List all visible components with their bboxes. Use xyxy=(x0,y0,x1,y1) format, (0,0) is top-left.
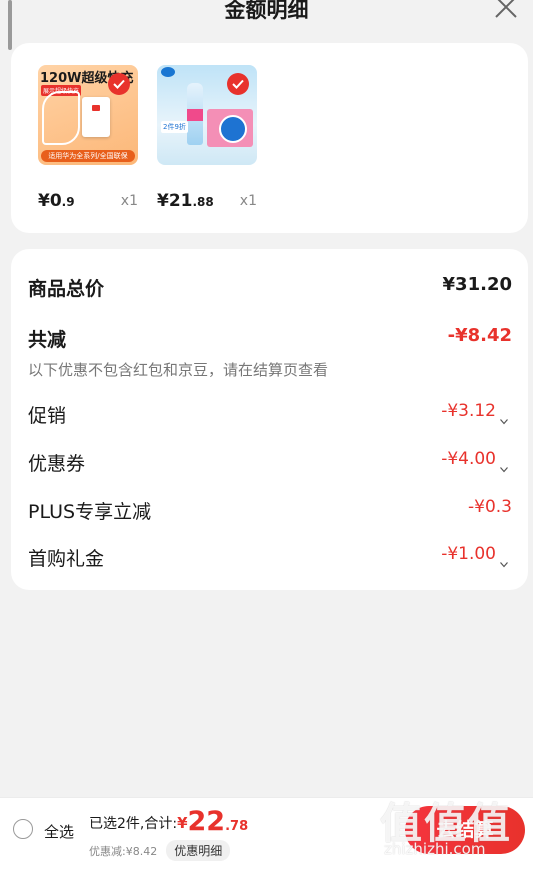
discount-detail-button[interactable]: 优惠明细 xyxy=(166,840,231,861)
promo-label: 促销 xyxy=(28,405,67,427)
water-product-image[interactable]: 2件9折 xyxy=(157,65,257,165)
discount-text: 优惠减:¥8.42 xyxy=(89,845,158,858)
discount-note: 以下优惠不包含红包和京豆，请在结算页查看 xyxy=(28,361,329,379)
total-reduce-label: 共减 xyxy=(28,329,67,351)
total-reduce-value: -¥8.42 xyxy=(447,325,512,346)
plus-reduce-label: PLUS专享立减 xyxy=(28,501,152,523)
image-bottom-text: 适用华为全系列/全国联保 xyxy=(41,150,135,162)
charger-product-image[interactable]: 120W超级快充 展示超级快充 适用华为全系列/全国联保 xyxy=(38,65,138,165)
item-quantity: x1 xyxy=(239,193,257,209)
select-all-label: 全选 xyxy=(44,823,75,841)
price-summary-card: 商品总价 ¥31.20 共减 -¥8.42 以下优惠不包含红包和京豆，请在结算页… xyxy=(11,249,528,590)
checkout-bar: 全选 已选2件,合计:¥22.78 优惠减:¥8.42 优惠明细 去结算 xyxy=(0,797,533,870)
total-decimal: .78 xyxy=(225,819,249,834)
selected-total: 已选2件,合计:¥22.78 xyxy=(89,806,249,837)
chevron-down-icon[interactable] xyxy=(500,410,508,425)
select-all-toggle[interactable]: 全选 xyxy=(13,819,77,843)
page-title: 金额明细 xyxy=(224,0,309,22)
charger-brick-graphic xyxy=(82,97,110,137)
product-item[interactable]: 2件9折 ¥21.88 x1 xyxy=(157,65,257,211)
select-all-radio[interactable] xyxy=(13,819,33,839)
header: 金额明细 xyxy=(0,0,533,50)
product-card: 120W超级快充 展示超级快充 适用华为全系列/全国联保 ¥0.9 x1 2件9… xyxy=(11,43,528,233)
total-price-row: 商品总价 ¥31.20 xyxy=(28,274,512,302)
coupon-value: -¥4.00 xyxy=(441,449,496,469)
image-side-text: 2件9折 xyxy=(161,121,188,133)
total-reduce-row: 共减 -¥8.42 xyxy=(28,325,512,353)
promo-value: -¥3.12 xyxy=(441,401,496,421)
plus-reduce-value: -¥0.3 xyxy=(468,497,512,517)
selected-count: 已选2件,合计: xyxy=(89,816,178,832)
first-purchase-label: 首购礼金 xyxy=(28,548,105,570)
chevron-down-icon[interactable] xyxy=(500,553,508,568)
total-integer: 22 xyxy=(187,806,226,837)
chevron-down-icon[interactable] xyxy=(500,458,508,473)
total-price-value: ¥31.20 xyxy=(442,274,512,295)
price-row: ¥0.9 x1 xyxy=(38,191,138,211)
coupon-label: 优惠券 xyxy=(28,453,86,475)
first-purchase-row[interactable]: 首购礼金 -¥1.00 xyxy=(28,544,512,572)
first-purchase-value: -¥1.00 xyxy=(441,544,496,564)
currency-symbol: ¥ xyxy=(177,814,188,832)
promo-row[interactable]: 促销 -¥3.12 xyxy=(28,401,512,429)
coupon-row[interactable]: 优惠券 -¥4.00 xyxy=(28,449,512,477)
product-item[interactable]: 120W超级快充 展示超级快充 适用华为全系列/全国联保 ¥0.9 x1 xyxy=(38,65,138,211)
checked-icon[interactable] xyxy=(227,73,249,95)
brand-logo-icon xyxy=(161,67,175,77)
item-price: ¥0.9 xyxy=(38,191,75,211)
item-price: ¥21.88 xyxy=(157,191,214,211)
total-price-label: 商品总价 xyxy=(28,278,105,300)
close-icon[interactable] xyxy=(493,0,519,20)
discount-line: 优惠减:¥8.42 优惠明细 xyxy=(89,840,231,861)
item-quantity: x1 xyxy=(120,193,138,209)
plus-reduce-row: PLUS专享立减 -¥0.3 xyxy=(28,497,512,525)
cable-graphic xyxy=(42,91,80,145)
badge-graphic xyxy=(219,115,247,143)
checkout-button[interactable]: 去结算 xyxy=(405,806,525,854)
price-row: ¥21.88 x1 xyxy=(157,191,257,211)
checked-icon[interactable] xyxy=(108,73,130,95)
